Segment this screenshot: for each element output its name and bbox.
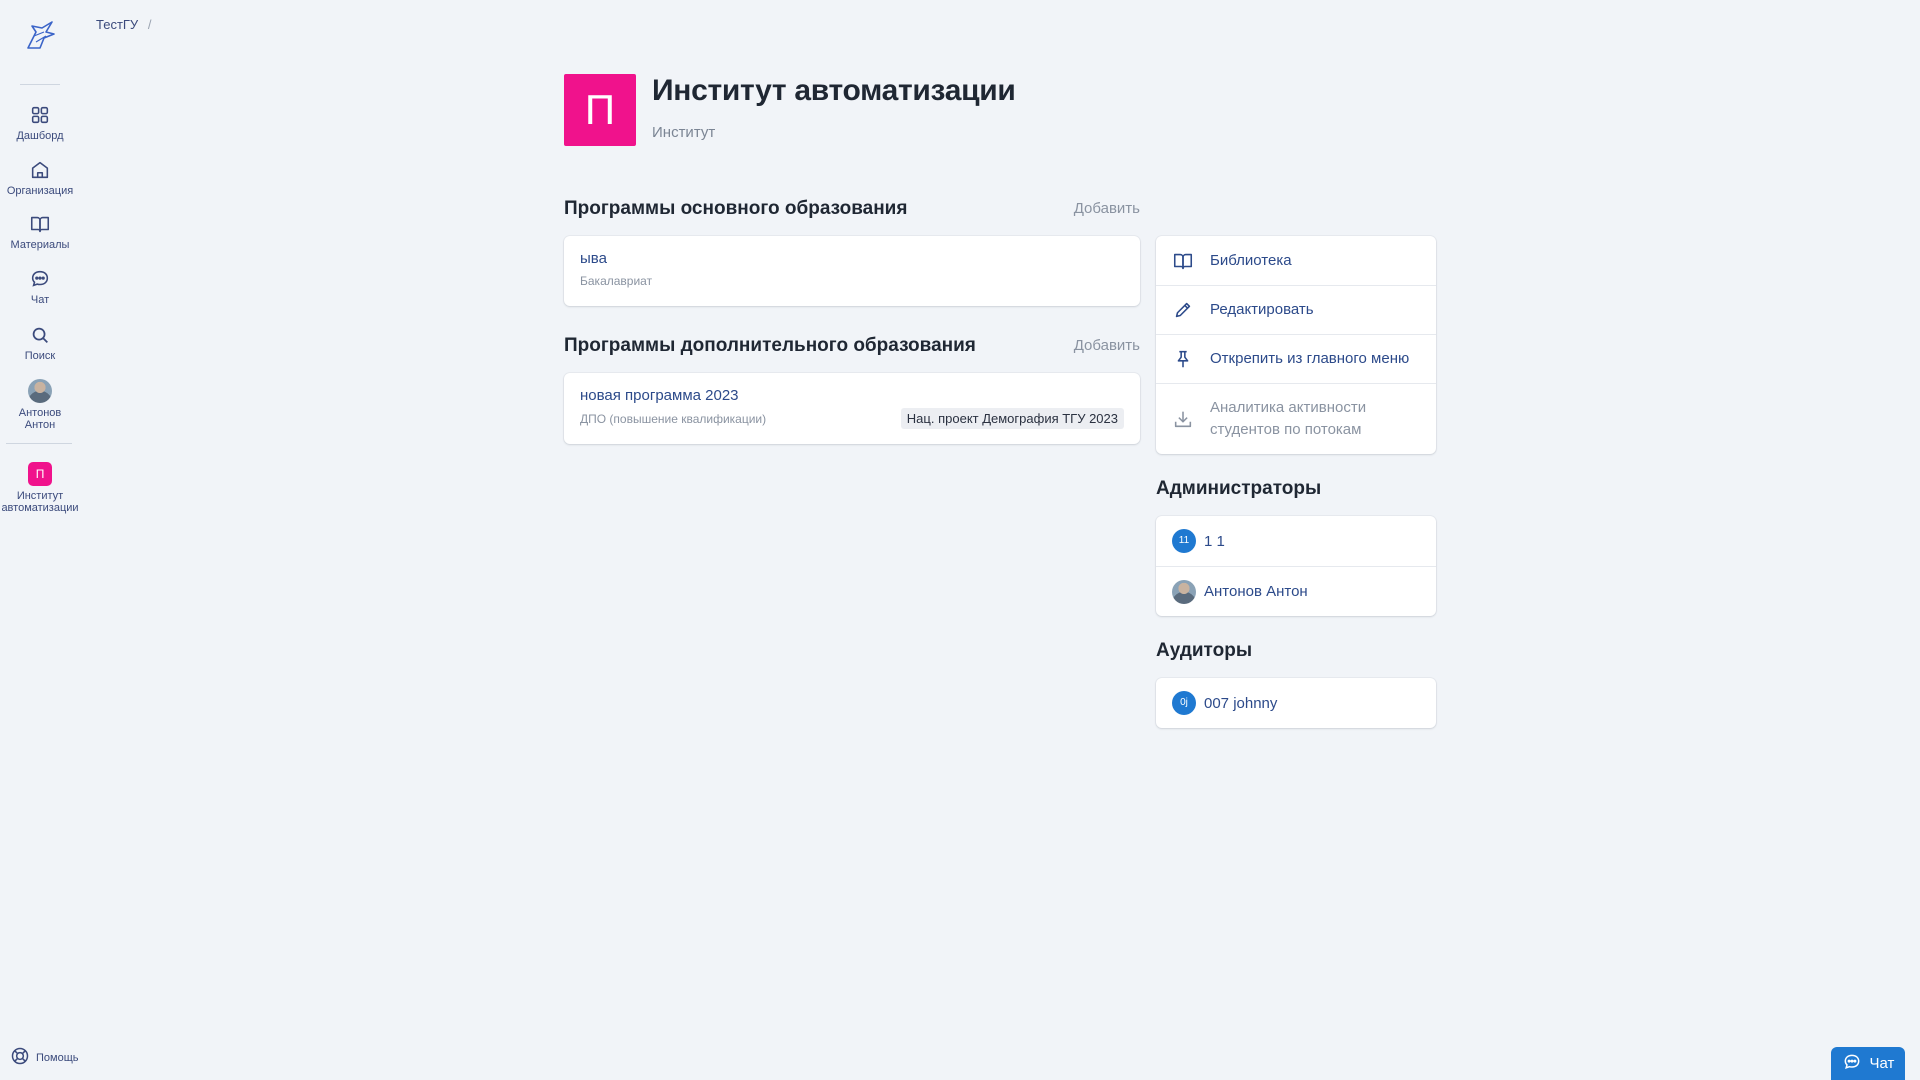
program-card[interactable]: новая программа 2023 ДПО (повышение квал…: [564, 373, 1140, 444]
main-programs-title: Программы основного образования: [564, 198, 908, 219]
program-type: Бакалавриат: [580, 274, 653, 288]
sidebar-item-label: Антонов Антон: [18, 407, 62, 431]
sidebar-item-materials[interactable]: Материалы: [0, 213, 80, 251]
chat-widget-button[interactable]: Чат: [1831, 1047, 1905, 1080]
program-type: ДПО (повышение квалификации): [580, 412, 767, 426]
grid-icon: [29, 104, 51, 126]
extra-programs-title: Программы дополнительного образования: [564, 335, 976, 356]
sidebar-item-label: Чат: [30, 294, 50, 306]
avatar: 0j: [1172, 691, 1196, 715]
lifebuoy-icon: [10, 1046, 30, 1069]
sidebar-item-profile[interactable]: Антонов Антон: [0, 379, 80, 431]
unpin-menu-item[interactable]: Открепить из главного меню: [1156, 334, 1436, 383]
app-logo-icon[interactable]: [22, 18, 58, 54]
org-logo: П: [564, 74, 636, 146]
avatar: 11: [1172, 529, 1196, 553]
admin-row[interactable]: 11 1 1: [1156, 516, 1436, 566]
chat-icon: [29, 268, 51, 290]
org-badge: П: [28, 462, 52, 486]
sidebar-item-label: Материалы: [10, 239, 70, 251]
sidebar-item-label: Дашборд: [16, 130, 64, 142]
library-menu-item[interactable]: Библиотека: [1156, 236, 1436, 285]
book-icon: [29, 213, 51, 235]
auditors-list: 0j 007 johnny: [1156, 678, 1436, 728]
sidebar-item-chat[interactable]: Чат: [0, 268, 80, 306]
sidebar-item-search[interactable]: Поиск: [0, 324, 80, 362]
actions-menu: Библиотека Редактировать Открепить из гл…: [1156, 236, 1436, 454]
analytics-menu-item[interactable]: Аналитика активности студентов по потока…: [1156, 383, 1436, 454]
sidebar-item-organization[interactable]: Организация: [0, 159, 80, 197]
admins-list: 11 1 1 Антонов Антон: [1156, 516, 1436, 616]
analytics-label: Аналитика активности студентов по потока…: [1210, 399, 1367, 438]
admin-name: Антонов Антон: [1204, 583, 1308, 600]
auditor-row[interactable]: 0j 007 johnny: [1156, 678, 1436, 728]
help-label: Помощь: [36, 1051, 79, 1064]
admin-name: 1 1: [1204, 532, 1225, 550]
breadcrumb-root[interactable]: ТестГУ: [96, 17, 138, 32]
add-main-program-button[interactable]: Добавить: [1040, 200, 1140, 217]
home-icon: [29, 159, 51, 181]
program-name[interactable]: новая программа 2023: [580, 387, 739, 404]
book-icon: [1172, 250, 1194, 272]
edit-menu-item[interactable]: Редактировать: [1156, 285, 1436, 334]
pin-icon: [1172, 348, 1194, 370]
sidebar-item-label: Организация: [6, 185, 74, 197]
add-extra-program-button[interactable]: Добавить: [1040, 337, 1140, 354]
program-name[interactable]: ыва: [580, 250, 607, 267]
sidebar-item-dashboard[interactable]: Дашборд: [0, 104, 80, 142]
help-button[interactable]: Помощь: [10, 1046, 79, 1069]
program-card[interactable]: ыва Бакалавриат: [564, 236, 1140, 306]
sidebar-divider: [20, 84, 60, 85]
sidebar-item-institute[interactable]: П Институт автоматизации: [0, 462, 80, 514]
chat-icon: [1842, 1052, 1862, 1076]
auditor-name: 007 johnny: [1204, 694, 1278, 712]
edit-label: Редактировать: [1210, 301, 1314, 318]
breadcrumb: ТестГУ /: [96, 17, 151, 32]
download-icon: [1172, 408, 1194, 430]
search-icon: [29, 324, 51, 346]
program-tag: Нац. проект Демография ТГУ 2023: [900, 408, 1124, 429]
avatar: [28, 379, 52, 403]
breadcrumb-separator: /: [147, 17, 152, 32]
admins-title: Администраторы: [1156, 478, 1322, 499]
unpin-label: Открепить из главного меню: [1210, 350, 1410, 367]
sidebar-item-label: Институт автоматизации: [1, 490, 79, 514]
chat-widget-label: Чат: [1869, 1055, 1895, 1072]
library-label: Библиотека: [1210, 251, 1292, 269]
sidebar-divider: [6, 443, 72, 444]
auditors-title: Аудиторы: [1156, 640, 1253, 661]
pencil-icon: [1172, 299, 1194, 321]
sidebar: Дашборд Организация Материалы Чат Поиск …: [0, 0, 80, 1080]
avatar: [1172, 579, 1196, 604]
sidebar-item-label: Поиск: [24, 350, 56, 362]
page-title: Институт автоматизации: [652, 74, 1016, 107]
admin-row[interactable]: Антонов Антон: [1156, 566, 1436, 616]
page-subtitle: Институт: [652, 124, 716, 141]
